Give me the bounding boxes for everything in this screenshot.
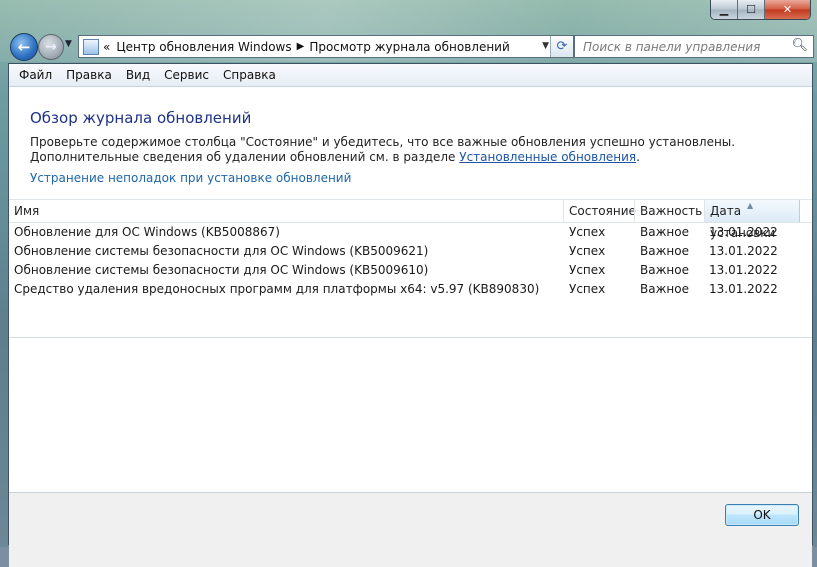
table-header: Имя Состояние Важность ▲ Дата установки [9,199,812,240]
page-description: Проверьте содержимое столбца "Состояние"… [30,135,810,165]
installed-updates-link[interactable]: Установленные обновления [459,150,636,164]
cell-importance: Важное [640,263,689,277]
search-input[interactable] [581,38,790,55]
navigation-bar: ← → ▼ « Центр обновления Windows ▶ Просм… [8,31,814,61]
address-overflow-chevron[interactable]: « [103,40,110,54]
cell-name: Средство удаления вредоносных программ д… [14,282,540,296]
cell-name: Обновление системы безопасности для ОС W… [14,244,429,258]
table-row[interactable]: Средство удаления вредоносных программ д… [9,280,812,299]
arrow-left-icon: ← [17,38,31,56]
sort-ascending-icon: ▲ [747,201,754,210]
update-history-table: Имя Состояние Важность ▲ Дата установки … [9,199,812,319]
cell-status: Успех [569,225,606,239]
menu-file[interactable]: Файл [12,68,59,82]
table-divider [9,337,812,338]
breadcrumb-separator-icon[interactable]: ▶ [297,41,305,52]
menu-view[interactable]: Вид [119,68,157,82]
caption-buttons: ▁ ☐ ✕ [710,0,811,20]
breadcrumb-update-history[interactable]: Просмотр журнала обновлений [309,40,509,54]
cell-status: Успех [569,263,606,277]
control-panel-icon [83,38,99,55]
cell-date: 13.01.2022 [709,244,778,258]
table-row[interactable]: Обновление системы безопасности для ОС W… [9,261,812,280]
table-row[interactable]: Обновление для ОС Windows (KB5008867) Ус… [9,223,812,242]
column-header-name[interactable]: Имя [9,200,563,222]
cell-importance: Важное [640,282,689,296]
back-button[interactable]: ← [10,33,38,61]
address-bar[interactable]: « Центр обновления Windows ▶ Просмотр жу… [78,35,574,58]
cell-importance: Важное [640,244,689,258]
search-icon[interactable]: 🔍︎ [791,38,808,53]
troubleshoot-link[interactable]: Устранение неполадок при установке обнов… [30,171,351,185]
column-header-status[interactable]: Состояние [563,200,636,222]
menu-help[interactable]: Справка [216,68,283,82]
cell-date: 13.01.2022 [709,225,778,239]
table-row[interactable]: Обновление системы безопасности для ОС W… [9,242,812,261]
breadcrumb-windows-update[interactable]: Центр обновления Windows [116,40,291,54]
minimize-button[interactable]: ▁ [711,0,738,19]
address-dropdown-icon[interactable]: ▼ [542,41,549,51]
column-header-importance[interactable]: Важность [634,200,704,222]
column-header-install-date[interactable]: ▲ Дата установки [704,200,800,240]
cell-status: Успех [569,282,606,296]
table-body: Обновление для ОС Windows (KB5008867) Ус… [9,223,812,299]
window-client-area: Файл Правка Вид Сервис Справка Обзор жур… [8,63,813,567]
recent-pages-dropdown[interactable]: ▼ [65,39,72,49]
cell-name: Обновление для ОС Windows (KB5008867) [14,225,280,239]
cell-importance: Важное [640,225,689,239]
maximize-button[interactable]: ☐ [738,0,765,19]
ok-button[interactable]: OK [725,504,799,526]
cell-date: 13.01.2022 [709,263,778,277]
refresh-icon: ⟳ [556,39,568,54]
cell-name: Обновление системы безопасности для ОС W… [14,263,429,277]
page-title: Обзор журнала обновлений [30,109,252,127]
cell-date: 13.01.2022 [709,282,778,296]
footer-panel [9,493,812,567]
menu-edit[interactable]: Правка [59,68,119,82]
menu-bar: Файл Правка Вид Сервис Справка [9,64,812,87]
forward-button[interactable]: → [38,34,64,60]
description-end: . [636,150,640,164]
search-box[interactable]: 🔍︎ [574,35,814,58]
cell-status: Успех [569,244,606,258]
close-button[interactable]: ✕ [765,0,810,19]
arrow-right-icon: → [45,39,57,55]
menu-tools[interactable]: Сервис [157,68,216,82]
refresh-button[interactable]: ⟳ [550,36,573,57]
